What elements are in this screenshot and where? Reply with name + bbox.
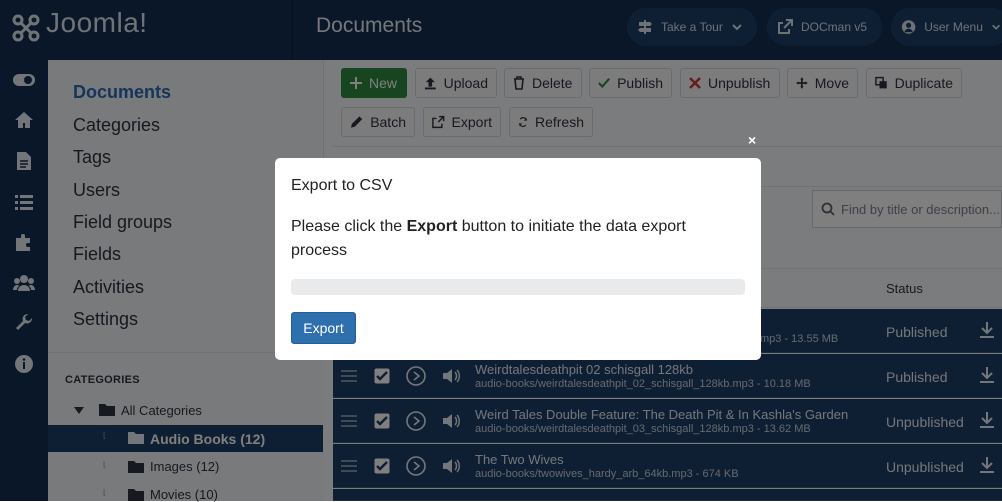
export-button[interactable]: Export [291, 312, 356, 344]
modal-close-button[interactable]: × [748, 132, 756, 148]
modal-body-text: Please click the [291, 218, 407, 235]
modal-title: Export to CSV [291, 177, 393, 194]
modal-body: Please click the Export button to initia… [291, 215, 721, 263]
modal-body-bold: Export [406, 218, 458, 235]
export-progress-bar [291, 279, 745, 295]
